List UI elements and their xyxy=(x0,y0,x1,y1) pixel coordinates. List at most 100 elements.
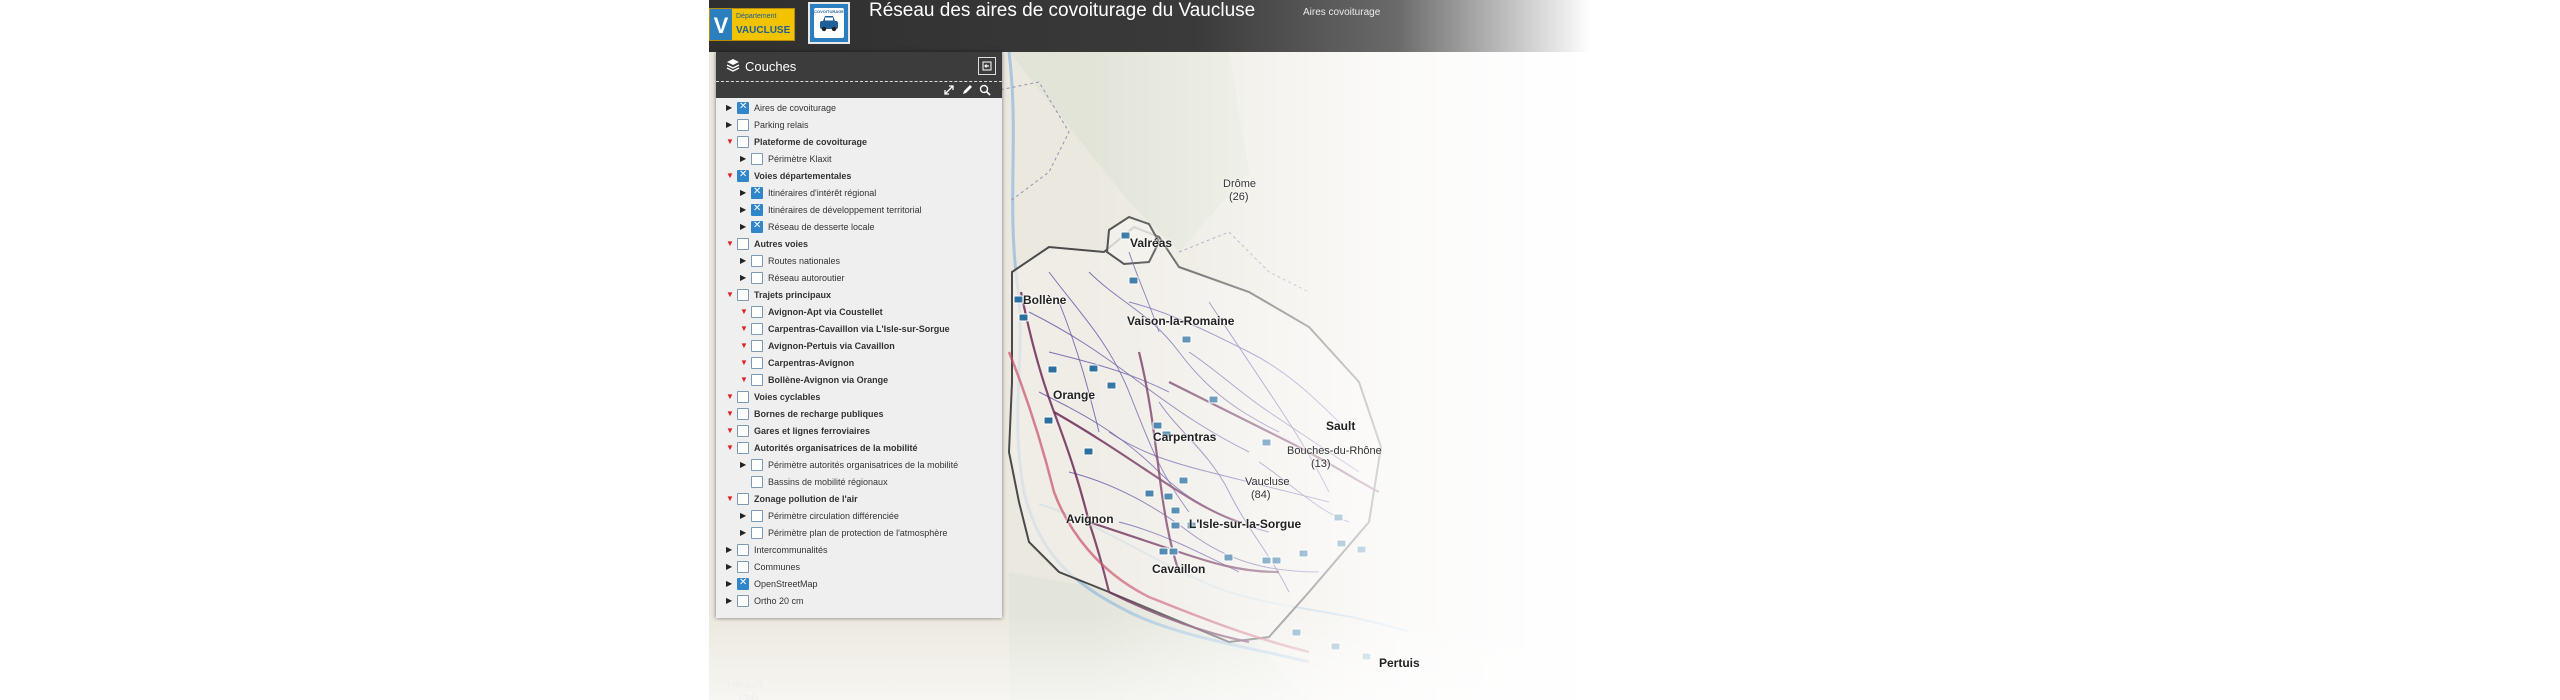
expanded-arrow-icon[interactable]: ▼ xyxy=(740,375,750,385)
collapsed-arrow-icon[interactable]: ▶ xyxy=(726,596,736,606)
layer-checkbox[interactable] xyxy=(737,577,749,590)
layer-checkbox[interactable] xyxy=(751,186,763,199)
layer-checkbox[interactable] xyxy=(737,136,749,148)
layer-label[interactable]: Périmètre autorités organisatrices de la… xyxy=(768,460,958,471)
expanded-arrow-icon[interactable]: ▼ xyxy=(740,307,750,317)
layer-row[interactable]: ▼ Carpentras-Avignon xyxy=(716,356,1002,373)
layer-checkbox[interactable] xyxy=(751,153,763,165)
layer-checkbox[interactable] xyxy=(737,408,749,420)
layer-label[interactable]: Avignon-Apt via Coustellet xyxy=(768,307,883,318)
layer-row[interactable]: ▶ Ortho 20 cm xyxy=(716,594,1002,611)
layer-label[interactable]: Itinéraires d'intérêt régional xyxy=(768,188,876,199)
expanded-arrow-icon[interactable]: ▼ xyxy=(726,409,736,419)
layer-checkbox[interactable] xyxy=(737,493,749,505)
expanded-arrow-icon[interactable]: ▼ xyxy=(726,426,736,436)
layer-row[interactable]: ▼ Autres voies xyxy=(716,237,1002,254)
layer-row[interactable]: ▼ Autorités organisatrices de la mobilité xyxy=(716,441,1002,458)
layer-checkbox[interactable] xyxy=(751,527,763,539)
layer-label[interactable]: Périmètre Klaxit xyxy=(768,154,832,165)
collapsed-arrow-icon[interactable]: ▶ xyxy=(740,222,750,232)
layer-row[interactable]: ▼ Trajets principaux xyxy=(716,288,1002,305)
layer-label[interactable]: Périmètre circulation différenciée xyxy=(768,511,899,522)
collapsed-arrow-icon[interactable]: ▶ xyxy=(740,188,750,198)
collapsed-arrow-icon[interactable]: ▶ xyxy=(726,120,736,130)
expanded-arrow-icon[interactable]: ▼ xyxy=(726,137,736,147)
expanded-arrow-icon[interactable]: ▼ xyxy=(740,341,750,351)
layer-label[interactable]: Voies cyclables xyxy=(754,392,820,403)
layer-row[interactable]: ▶ Périmètre autorités organisatrices de l… xyxy=(716,458,1002,475)
layer-label[interactable]: Communes xyxy=(754,562,800,573)
layer-checkbox[interactable] xyxy=(737,289,749,301)
collapsed-arrow-icon[interactable]: ▶ xyxy=(740,528,750,538)
layer-row[interactable]: ▶ Périmètre Klaxit xyxy=(716,152,1002,169)
layer-row[interactable]: ▼ Avignon-Pertuis via Cavaillon xyxy=(716,339,1002,356)
layer-label[interactable]: Ortho 20 cm xyxy=(754,596,804,607)
layer-row[interactable]: ▼ Voies départementales xyxy=(716,169,1002,186)
expanded-arrow-icon[interactable]: ▼ xyxy=(726,171,736,181)
layer-label[interactable]: Périmètre plan de protection de l'atmosp… xyxy=(768,528,947,539)
expanded-arrow-icon[interactable]: ▼ xyxy=(726,443,736,453)
layer-checkbox[interactable] xyxy=(737,425,749,437)
layer-checkbox[interactable] xyxy=(737,442,749,454)
layer-row[interactable]: ▼ Bornes de recharge publiques xyxy=(716,407,1002,424)
layer-checkbox[interactable] xyxy=(751,323,763,335)
layer-row[interactable]: ▶ Itinéraires d'intérêt régional xyxy=(716,186,1002,203)
layer-label[interactable]: Zonage pollution de l'air xyxy=(754,494,858,505)
layer-checkbox[interactable] xyxy=(751,220,763,233)
layer-checkbox[interactable] xyxy=(751,255,763,267)
collapsed-arrow-icon[interactable]: ▶ xyxy=(740,511,750,521)
layer-row[interactable]: ▶ Réseau autoroutier xyxy=(716,271,1002,288)
layer-row[interactable]: ▶ Routes nationales xyxy=(716,254,1002,271)
expanded-arrow-icon[interactable]: ▼ xyxy=(740,324,750,334)
collapsed-arrow-icon[interactable]: ▶ xyxy=(726,562,736,572)
layer-checkbox[interactable] xyxy=(737,169,749,182)
layer-label[interactable]: Trajets principaux xyxy=(754,290,831,301)
layer-row[interactable]: ▶ Aires de covoiturage xyxy=(716,101,1002,118)
layer-checkbox[interactable] xyxy=(751,306,763,318)
layer-label[interactable]: Gares et lignes ferroviaires xyxy=(754,426,870,437)
layer-checkbox[interactable] xyxy=(751,272,763,284)
collapsed-arrow-icon[interactable]: ▶ xyxy=(740,273,750,283)
collapsed-arrow-icon[interactable]: ▶ xyxy=(726,579,736,589)
expand-icon[interactable] xyxy=(942,83,956,97)
layer-checkbox[interactable] xyxy=(751,476,763,488)
expanded-arrow-icon[interactable]: ▼ xyxy=(726,239,736,249)
layer-row[interactable]: ▶ Intercommunalités xyxy=(716,543,1002,560)
layer-checkbox[interactable] xyxy=(737,391,749,403)
layer-label[interactable]: Parking relais xyxy=(754,120,809,131)
layer-checkbox[interactable] xyxy=(737,561,749,573)
collapsed-arrow-icon[interactable]: ▶ xyxy=(726,545,736,555)
layer-checkbox[interactable] xyxy=(751,374,763,386)
layer-label[interactable]: Bollène-Avignon via Orange xyxy=(768,375,888,386)
zoom-icon[interactable] xyxy=(978,83,992,97)
layer-row[interactable]: ▶ Parking relais xyxy=(716,118,1002,135)
layer-label[interactable]: Autres voies xyxy=(754,239,808,250)
layer-label[interactable]: Plateforme de covoiturage xyxy=(754,137,867,148)
layer-label[interactable]: Itinéraires de développement territorial xyxy=(768,205,922,216)
layer-label[interactable]: Carpentras-Cavaillon via L'Isle-sur-Sorg… xyxy=(768,324,950,335)
layer-row[interactable]: ▶ Périmètre circulation différenciée xyxy=(716,509,1002,526)
layer-checkbox[interactable] xyxy=(737,119,749,131)
expanded-arrow-icon[interactable]: ▼ xyxy=(740,358,750,368)
layer-label[interactable]: Autorités organisatrices de la mobilité xyxy=(754,443,918,454)
layer-label[interactable]: Aires de covoiturage xyxy=(754,103,836,114)
collapsed-arrow-icon[interactable]: ▶ xyxy=(740,205,750,215)
layer-row[interactable]: ▼ Voies cyclables xyxy=(716,390,1002,407)
layer-row[interactable]: ▶ Périmètre plan de protection de l'atmos… xyxy=(716,526,1002,543)
expanded-arrow-icon[interactable]: ▼ xyxy=(726,494,736,504)
edit-icon[interactable] xyxy=(960,83,974,97)
layer-label[interactable]: OpenStreetMap xyxy=(754,579,818,590)
layer-label[interactable]: Carpentras-Avignon xyxy=(768,358,854,369)
collapsed-arrow-icon[interactable]: ▶ xyxy=(726,103,736,113)
layer-label[interactable]: Avignon-Pertuis via Cavaillon xyxy=(768,341,895,352)
layer-checkbox[interactable] xyxy=(737,238,749,250)
covoiturage-logo[interactable]: COVOITURAGE xyxy=(808,2,850,44)
layer-checkbox[interactable] xyxy=(737,544,749,556)
layer-row[interactable]: ▼ Carpentras-Cavaillon via L'Isle-sur-Sor… xyxy=(716,322,1002,339)
layer-checkbox[interactable] xyxy=(751,357,763,369)
layer-row[interactable]: ▼ Gares et lignes ferroviaires xyxy=(716,424,1002,441)
layer-row[interactable]: ▶ Communes xyxy=(716,560,1002,577)
layer-label[interactable]: Réseau autoroutier xyxy=(768,273,845,284)
layer-checkbox[interactable] xyxy=(751,203,763,216)
collapsed-arrow-icon[interactable]: ▶ xyxy=(740,460,750,470)
